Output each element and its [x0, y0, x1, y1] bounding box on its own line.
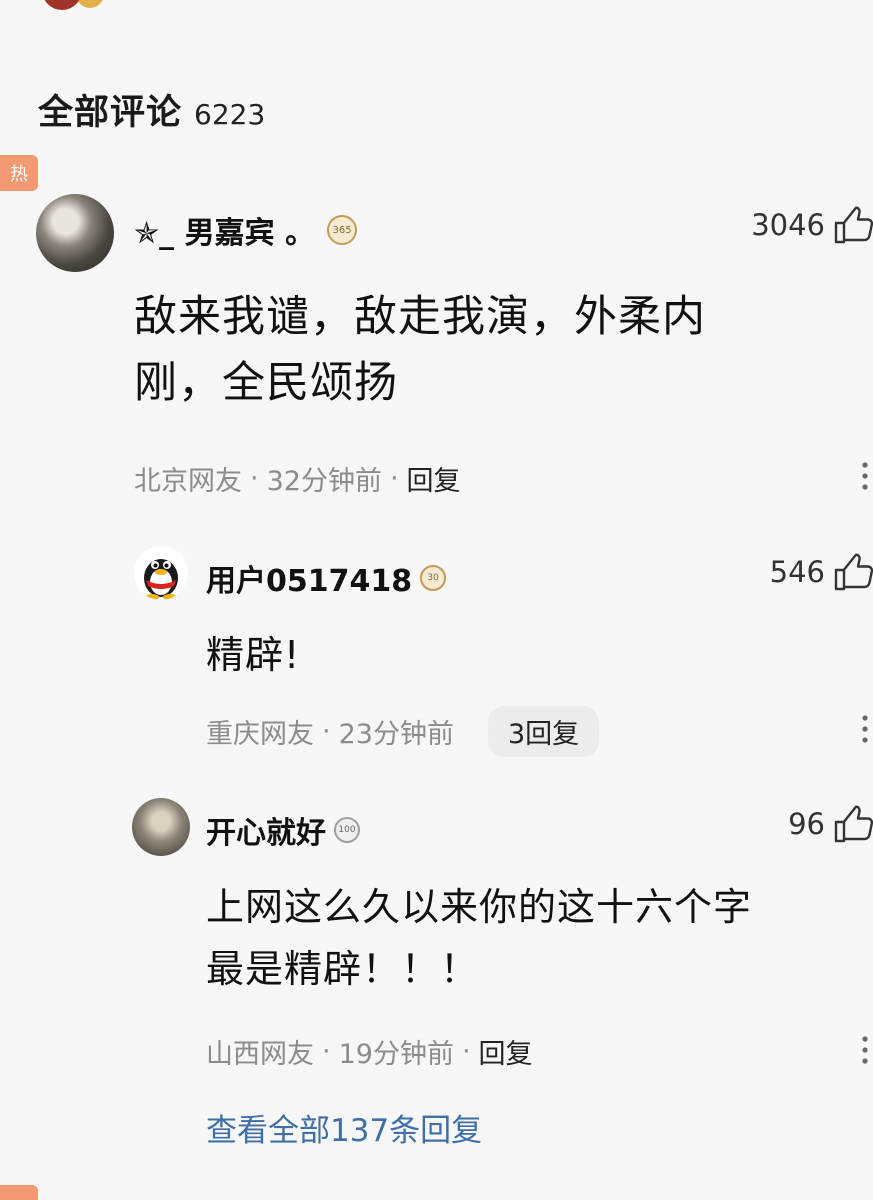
like-count: 96 — [788, 807, 825, 841]
location: 山西网友 — [206, 1039, 314, 1070]
timestamp: 23分钟前 — [338, 719, 454, 750]
like-count: 3046 — [751, 208, 825, 242]
level-badge-icon: 30 — [420, 565, 447, 591]
username[interactable]: ✯_ 男嘉宾 。 — [134, 208, 315, 252]
timestamp: 32分钟前 — [266, 466, 382, 497]
level-badge-icon: 365 — [327, 215, 358, 245]
level-badge-icon: 100 — [334, 817, 360, 843]
view-all-replies-link[interactable]: 查看全部137条回复 — [206, 1105, 482, 1150]
comment-text-line: 最是精辟！！！ — [206, 947, 480, 991]
comment-item: ✯_ 男嘉宾 。 365 3046 敌来我谴，敌走我演，外柔内 刚，全民颂扬 北… — [0, 186, 873, 516]
comment-text: 敌来我谴，敌走我演，外柔内 刚，全民颂扬 — [134, 284, 706, 416]
thumbs-up-icon — [834, 206, 873, 244]
more-vertical-icon[interactable] — [861, 714, 869, 744]
comments-header: 全部评论 6223 — [38, 84, 265, 135]
comment-author-row: ✯_ 男嘉宾 。 365 — [134, 208, 358, 252]
penguin-icon — [144, 559, 178, 600]
section-title: 全部评论 — [38, 93, 183, 133]
comment-meta: 北京网友 · 32分钟前 · 回复 — [134, 459, 461, 498]
separator: · — [322, 716, 331, 747]
comment-text: 上网这么久以来你的这十六个字 最是精辟！！！ — [206, 876, 752, 1000]
reply-button[interactable]: 回复 — [407, 459, 461, 498]
separator: · — [250, 463, 259, 494]
avatar[interactable] — [134, 546, 188, 600]
comment-text-line: 精辟! — [206, 633, 301, 677]
separator: · — [461, 1036, 471, 1067]
location: 北京网友 — [134, 466, 242, 497]
reply-item: 开心就好 100 96 上网这么久以来你的这十六个字 最是精辟！！！ 山西网友 … — [0, 790, 873, 1090]
comment-meta: 山西网友 · 19分钟前 · 回复 — [206, 1032, 533, 1071]
comment-text: 精辟! — [206, 624, 300, 686]
replies-button[interactable]: 3回复 — [487, 706, 600, 757]
location: 重庆网友 — [206, 719, 314, 750]
comment-author-row: 开心就好 100 — [206, 808, 360, 852]
reply-item: 用户0517418 30 546 精辟! 重庆网友 · 23分钟前 3回复 — [0, 538, 873, 768]
timestamp: 19分钟前 — [338, 1039, 454, 1070]
username[interactable]: 开心就好 — [206, 808, 326, 852]
comments-screen: 全部评论 6223 热 ✯_ 男嘉宾 。 365 3046 敌来我谴，敌走我演，… — [0, 0, 873, 1200]
thumbs-up-icon — [834, 553, 873, 591]
thumbs-up-icon — [834, 805, 873, 843]
more-vertical-icon[interactable] — [861, 461, 869, 491]
like-button[interactable]: 546 — [770, 553, 873, 591]
avatar[interactable] — [42, 0, 82, 10]
username[interactable]: 用户0517418 — [206, 556, 412, 600]
hot-tag — [0, 1185, 38, 1200]
comment-text-line: 上网这么久以来你的这十六个字 — [206, 885, 753, 929]
like-button[interactable]: 96 — [788, 805, 873, 843]
separator: · — [322, 1036, 331, 1067]
comment-text-line: 敌来我谴，敌走我演，外柔内 — [134, 292, 706, 342]
like-count: 546 — [769, 555, 825, 589]
like-button[interactable]: 3046 — [751, 206, 873, 244]
separator: · — [389, 463, 399, 494]
comment-author-row: 用户0517418 30 — [206, 556, 447, 600]
comment-meta: 重庆网友 · 23分钟前 3回复 — [206, 706, 600, 757]
avatar[interactable] — [132, 798, 190, 856]
comment-count: 6223 — [194, 98, 266, 131]
more-vertical-icon[interactable] — [861, 1035, 869, 1065]
comment-text-line: 刚，全民颂扬 — [134, 358, 398, 408]
avatar[interactable] — [36, 194, 114, 272]
reply-button[interactable]: 回复 — [479, 1032, 533, 1071]
